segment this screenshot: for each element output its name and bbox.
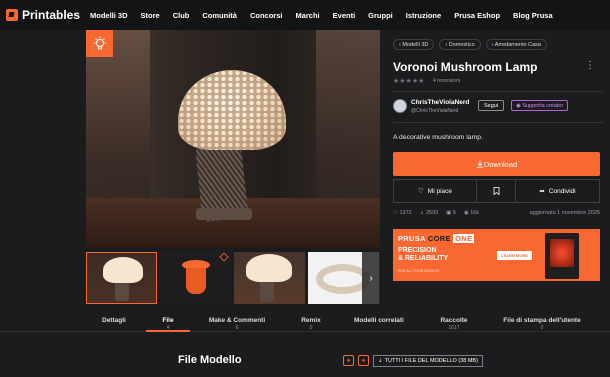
rating-stars: ★★★★★: [393, 78, 425, 85]
3d-cube-icon: [219, 252, 229, 262]
thumbnail-1[interactable]: [86, 252, 157, 304]
support-creator-button[interactable]: ◉ Supporta creator: [511, 100, 569, 111]
active-tab-indicator: [146, 330, 190, 332]
nav-item-comunita[interactable]: Comunità: [202, 11, 237, 20]
tab-file-stampa-utente[interactable]: File di stampa dell'utente 0: [500, 317, 584, 331]
views-count: ◉ 16k: [463, 210, 480, 216]
top-navigation: Printables Modelli 3D Store Club Comunit…: [0, 0, 610, 30]
nav-item-marchi[interactable]: Marchi: [295, 11, 319, 20]
logo-icon: [6, 9, 18, 21]
lamp-base: [196, 208, 252, 220]
breadcrumb-item[interactable]: ‹ Domestico: [439, 39, 481, 50]
avatar[interactable]: [393, 99, 407, 113]
model-title: Voronoi Mushroom Lamp: [393, 60, 538, 74]
nav-item-club[interactable]: Club: [173, 11, 190, 20]
action-buttons: ♡ Mi piace ➦ Condividi: [393, 179, 600, 203]
nav-item-store[interactable]: Store: [141, 11, 160, 20]
likes-count: ♡ 1372: [393, 210, 412, 216]
printer-image: [545, 233, 579, 279]
tab-make-commenti[interactable]: Make & Commenti 6: [206, 317, 268, 331]
ad-subtext: FOR ALL YOUR MODELS: [398, 269, 440, 273]
download-all-files-button[interactable]: ⇣ TUTTI I FILE DEL MODELLO (38 MB): [373, 355, 483, 367]
nav-item-prusa-eshop[interactable]: Prusa Eshop: [454, 11, 500, 20]
download-icon: ⇣: [378, 358, 383, 364]
tab-modelli-correlati[interactable]: Modelli correlati: [354, 317, 404, 324]
chevron-right-icon[interactable]: ›: [362, 252, 380, 304]
nav-item-istruzione[interactable]: Istruzione: [406, 11, 441, 20]
brand-name: Printables: [22, 8, 81, 22]
share-button[interactable]: ➦ Condividi: [516, 179, 600, 203]
main-model-image[interactable]: [86, 30, 380, 248]
prusaslicer-icon[interactable]: ♦: [358, 355, 369, 366]
breadcrumb-item[interactable]: ‹ Arredamento Casa: [485, 39, 547, 50]
ad-learn-more-button[interactable]: LEARN MORE: [497, 251, 532, 260]
thumbnail-2[interactable]: [160, 252, 231, 304]
heart-icon: ♡: [417, 188, 424, 195]
download-icon: [476, 160, 484, 168]
tab-dettagli[interactable]: Dettagli: [102, 317, 126, 324]
lightbulb-icon[interactable]: [86, 30, 113, 57]
nav-item-modelli-3d[interactable]: Modelli 3D: [90, 11, 128, 20]
ad-tagline: PRECISION & RELIABILITY: [398, 247, 449, 262]
download-button[interactable]: Download: [393, 152, 600, 176]
model-description: A decorative mushroom lamp.: [393, 134, 483, 141]
author-name[interactable]: ChrisTheViolaNerd: [411, 99, 469, 106]
thumbnail-3[interactable]: [234, 252, 305, 304]
bookmark-button[interactable]: [477, 179, 516, 203]
share-icon: ➦: [539, 188, 545, 195]
nav-item-concorsi[interactable]: Concorsi: [250, 11, 283, 20]
author-handle: @ChrisTheViolaNerd: [411, 108, 459, 114]
nav-item-blog-prusa[interactable]: Blog Prusa: [513, 11, 553, 20]
section-title: File Modello: [178, 354, 242, 366]
updated-date: aggiornato 1 novembre 2025: [529, 210, 600, 216]
printables-logo[interactable]: Printables: [6, 8, 90, 22]
thumbnail-strip: [86, 252, 380, 304]
ad-brand: PRUSA CORE ONE: [398, 234, 475, 243]
breadcrumb-item[interactable]: ‹ Modelli 3D: [393, 39, 435, 50]
model-tabs: Dettagli File 4 Make & Commenti 6 Remix …: [0, 308, 610, 332]
downloads-count: ⇣ 2593: [419, 210, 439, 216]
like-button[interactable]: ♡ Mi piace: [393, 179, 477, 203]
printer-slicer-icon[interactable]: ♦: [343, 355, 354, 366]
bookmark-icon: [493, 187, 499, 195]
review-count[interactable]: 4 recensioni: [433, 78, 460, 84]
breadcrumb: ‹ Modelli 3D ‹ Domestico ‹ Arredamento C…: [393, 39, 547, 50]
model-stats: ♡ 1372 ⇣ 2593 ▣ 6 ◉ 16k aggiornato 1 nov…: [393, 210, 600, 216]
tab-raccolte[interactable]: Raccolte 1617: [439, 317, 469, 331]
tab-remix[interactable]: Remix 0: [298, 317, 324, 331]
more-options-icon[interactable]: ⋮: [585, 60, 595, 71]
nav-item-eventi[interactable]: Eventi: [333, 11, 356, 20]
nav-item-gruppi[interactable]: Gruppi: [368, 11, 393, 20]
follow-button[interactable]: Segui: [478, 100, 505, 111]
tab-file[interactable]: File 4: [158, 317, 178, 331]
makes-count: ▣ 6: [446, 210, 456, 216]
advertisement-banner[interactable]: PRUSA CORE ONE PRECISION & RELIABILITY F…: [393, 229, 600, 281]
